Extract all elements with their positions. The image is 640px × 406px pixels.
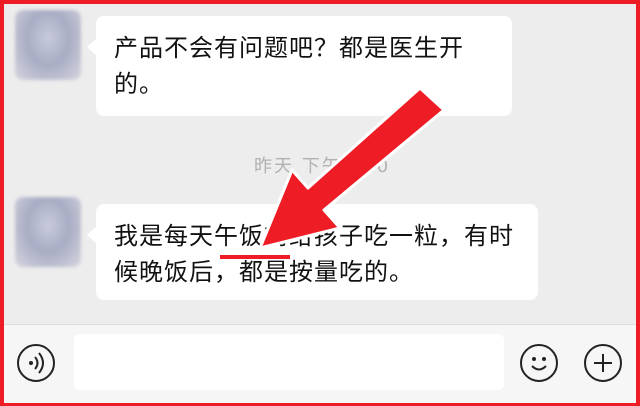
input-bar [4, 324, 636, 403]
voice-button[interactable] [17, 344, 55, 382]
emoji-button[interactable] [520, 344, 558, 382]
plus-button[interactable] [584, 344, 622, 382]
voice-icon [29, 352, 44, 374]
emoji-icon [531, 357, 547, 371]
message-input[interactable] [74, 334, 504, 390]
chat-area[interactable]: 产品不会有问题吧？都是医生开的。 昨天 下午8:20 我是每天午饭前给孩子吃一粒… [4, 4, 636, 324]
red-arrow-icon [258, 86, 446, 250]
plus-icon [594, 354, 612, 372]
